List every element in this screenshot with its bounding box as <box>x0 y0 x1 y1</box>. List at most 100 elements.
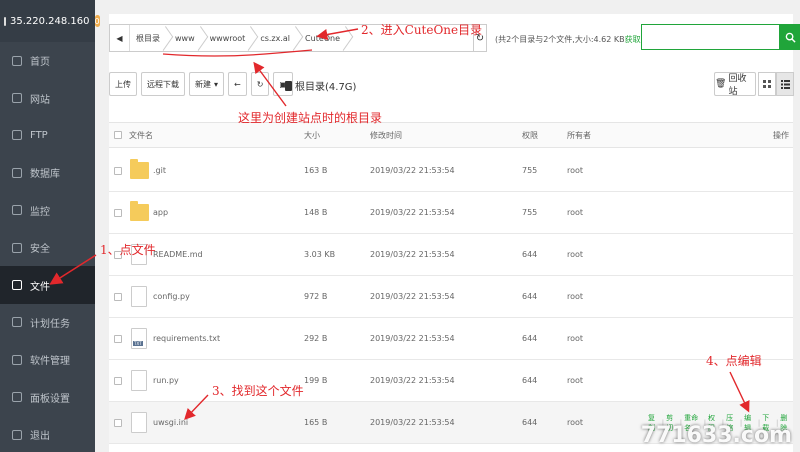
clock-icon <box>12 317 22 328</box>
sidebar-item-files[interactable]: 文件 <box>0 266 95 304</box>
upload-button[interactable]: 上传 <box>109 72 137 96</box>
file-owner: root <box>567 250 584 259</box>
breadcrumb-www[interactable]: www <box>169 25 204 51</box>
new-button-label: 新建 <box>195 79 211 89</box>
trash-icon: 🗑 <box>715 79 727 89</box>
select-all-checkbox[interactable] <box>114 131 122 139</box>
sidebar-item-settings[interactable]: 面板设置 <box>0 379 95 416</box>
sidebar-item-security[interactable]: 安全 <box>0 229 95 266</box>
col-size[interactable]: 大小 <box>304 123 320 147</box>
row-checkbox[interactable] <box>114 292 122 301</box>
file-perm[interactable]: 644 <box>522 318 537 359</box>
back-button[interactable]: ← <box>228 72 247 96</box>
sidebar-item-cron[interactable]: 计划任务 <box>0 304 95 341</box>
server-ip: 35.220.248.160 <box>10 15 90 27</box>
file-size: 3.03 KB <box>304 250 336 259</box>
search-input[interactable] <box>641 24 800 50</box>
col-mtime[interactable]: 修改时间 <box>370 123 402 147</box>
annotation-root-note: 这里为创建站点时的根目录 <box>238 111 383 125</box>
file-name[interactable]: uwsgi.ini <box>153 402 188 443</box>
table-row[interactable]: .git 163 B 2019/03/22 21:53:54 755 root <box>109 150 793 192</box>
file-mtime: 2019/03/22 21:53:54 <box>370 166 455 175</box>
sidebar-item-label: 计划任务 <box>30 318 70 330</box>
file-icon <box>131 370 147 391</box>
col-perm[interactable]: 权限 <box>522 123 538 147</box>
file-name[interactable]: requirements.txt <box>153 318 220 359</box>
annotation-step3: 3、找到这个文件 <box>212 384 304 398</box>
file-perm[interactable]: 755 <box>522 150 537 191</box>
table-row[interactable]: README.md 3.03 KB 2019/03/22 21:53:54 64… <box>109 234 793 276</box>
sidebar-item-label: 网站 <box>30 94 50 106</box>
recycle-bin-button[interactable]: 🗑 回收站 <box>714 72 756 97</box>
chart-icon <box>12 205 22 216</box>
file-perm[interactable]: 644 <box>522 276 537 317</box>
recycle-label: 回收站 <box>728 74 747 97</box>
globe-icon <box>12 93 22 104</box>
file-owner: root <box>567 418 584 427</box>
remote-download-button[interactable]: 远程下载 <box>141 72 185 96</box>
file-perm[interactable]: 644 <box>522 234 537 275</box>
list-view-button[interactable] <box>776 72 794 96</box>
sidebar-item-database[interactable]: 数据库 <box>0 154 95 191</box>
file-size: 163 B <box>304 166 328 175</box>
sidebar-item-label: 文件 <box>30 281 50 293</box>
refresh-button[interactable]: ↻ <box>250 72 270 96</box>
folder-icon <box>12 280 22 291</box>
table-row[interactable]: requirements.txt 292 B 2019/03/22 21:53:… <box>109 318 793 360</box>
sidebar-item-label: 安全 <box>30 244 50 256</box>
sidebar-item-label: 首页 <box>30 57 50 69</box>
list-view-icon <box>780 79 790 89</box>
col-owner[interactable]: 所有者 <box>567 123 591 147</box>
new-button[interactable]: 新建 ▾ <box>189 72 225 96</box>
file-name[interactable]: app <box>153 192 168 233</box>
row-checkbox[interactable] <box>114 208 122 217</box>
table-row[interactable]: app 148 B 2019/03/22 21:53:54 755 root <box>109 192 793 234</box>
file-mtime: 2019/03/22 21:53:54 <box>370 250 455 259</box>
sidebar-item-software[interactable]: 软件管理 <box>0 341 95 378</box>
search-icon <box>785 32 796 43</box>
breadcrumb-cuteone[interactable]: CuteOne <box>299 25 349 51</box>
file-name[interactable]: .git <box>153 150 166 191</box>
row-checkbox[interactable] <box>114 376 122 385</box>
breadcrumb-site[interactable]: cs.zx.al <box>254 25 299 51</box>
monitor-icon <box>4 16 6 26</box>
sidebar-item-logout[interactable]: 退出 <box>0 416 95 452</box>
folder-icon <box>130 159 149 179</box>
disk-icon <box>285 80 292 91</box>
file-name[interactable]: config.py <box>153 276 190 317</box>
file-owner: root <box>567 376 584 385</box>
col-name[interactable]: 文件名 <box>129 123 153 147</box>
server-header: 35.220.248.160 0 <box>0 0 100 42</box>
file-owner: root <box>567 334 584 343</box>
row-checkbox[interactable] <box>114 166 122 175</box>
breadcrumb-wwwroot[interactable]: wwwroot <box>204 25 255 51</box>
row-checkbox[interactable] <box>114 334 122 343</box>
logout-icon <box>12 429 22 440</box>
file-owner: root <box>567 208 584 217</box>
file-name[interactable]: run.py <box>153 360 179 401</box>
disk-info[interactable]: 根目录(4.7G) <box>285 78 356 93</box>
sidebar-item-website[interactable]: 网站 <box>0 79 95 116</box>
sidebar-item-label: 软件管理 <box>30 356 70 368</box>
sidebar-item-monitor[interactable]: 监控 <box>0 192 95 229</box>
fetch-size-link[interactable]: 获取 <box>625 35 641 44</box>
breadcrumb-root[interactable]: 根目录 <box>130 25 169 51</box>
watermark: 771633.com <box>640 423 792 448</box>
sidebar-item-home[interactable]: 首页 <box>0 42 95 79</box>
search-button[interactable] <box>779 24 800 50</box>
sidebar-item-label: 监控 <box>30 206 50 218</box>
disk-label: 根目录(4.7G) <box>295 82 357 93</box>
caret-down-icon: ▾ <box>214 79 219 89</box>
annotation-step4: 4、点编辑 <box>706 354 762 368</box>
back-arrow-icon[interactable]: ◀ <box>110 25 130 51</box>
sidebar: 35.220.248.160 0 首页 网站 FTP 数据库 监控 安全 文件 … <box>0 0 100 452</box>
grid-view-button[interactable] <box>758 72 776 96</box>
sidebar-item-ftp[interactable]: FTP <box>0 117 95 154</box>
file-name[interactable]: README.md <box>153 234 203 275</box>
file-perm[interactable]: 644 <box>522 360 537 401</box>
table-row[interactable]: config.py 972 B 2019/03/22 21:53:54 644 … <box>109 276 793 318</box>
sidebar-item-label: FTP <box>30 129 48 141</box>
row-checkbox[interactable] <box>114 418 122 427</box>
file-perm[interactable]: 755 <box>522 192 537 233</box>
file-perm[interactable]: 644 <box>522 402 537 443</box>
